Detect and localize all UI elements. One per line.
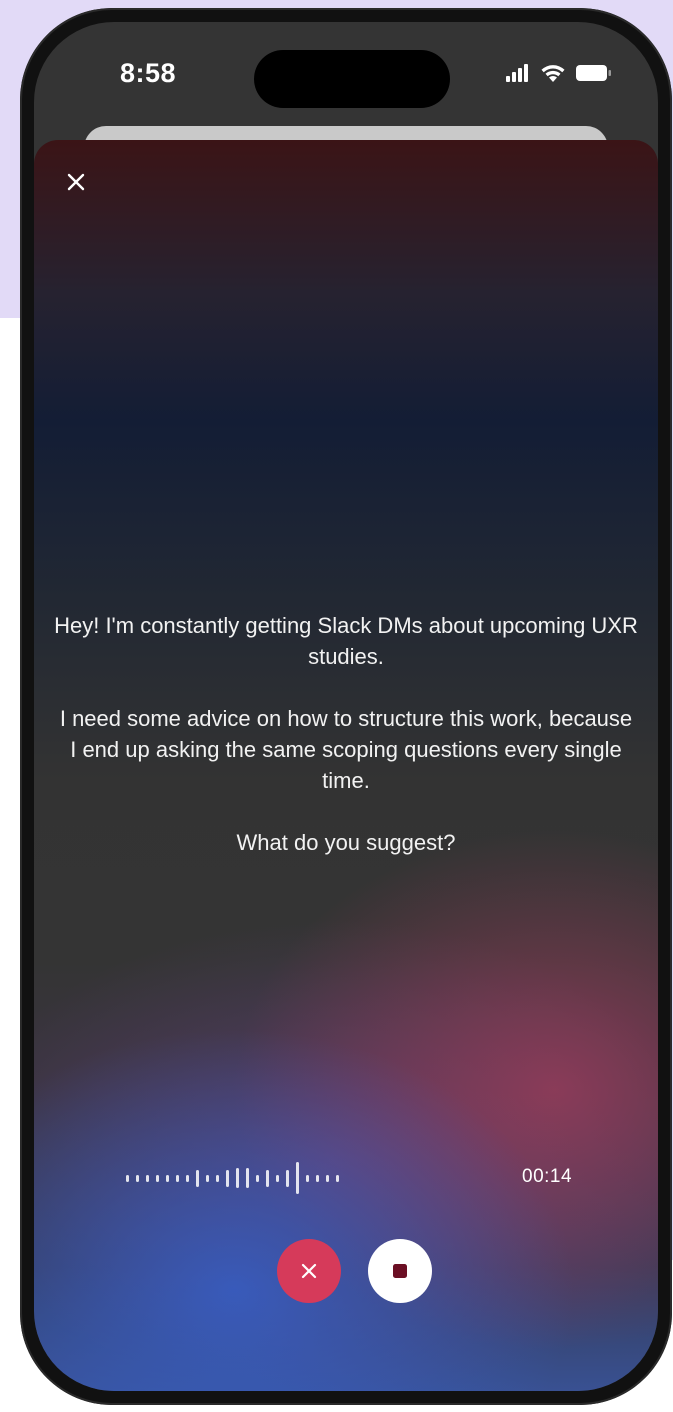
waveform-bar [336, 1174, 339, 1182]
status-time: 8:58 [120, 58, 177, 88]
waveform-bar [216, 1174, 219, 1182]
transcribed-message: Hey! I'm constantly getting Slack DMs ab… [54, 610, 638, 889]
message-paragraph: I need some advice on how to structure t… [59, 706, 633, 793]
waveform-bar [246, 1168, 249, 1188]
waveform-bar [186, 1174, 189, 1182]
wifi-icon [541, 64, 565, 82]
waveform-bar [156, 1174, 159, 1182]
waveform-bar [326, 1174, 329, 1182]
waveform-bar [266, 1169, 269, 1187]
waveform-bar [306, 1174, 309, 1182]
waveform-bar [256, 1174, 259, 1182]
waveform-bar [136, 1174, 139, 1182]
waveform-bar [176, 1174, 179, 1182]
waveform-bar [296, 1162, 299, 1194]
status-bar: 8:58 [34, 22, 658, 132]
close-icon [301, 1263, 317, 1279]
message-paragraph: Hey! I'm constantly getting Slack DMs ab… [54, 613, 638, 669]
voice-input-sheet: Hey! I'm constantly getting Slack DMs ab… [34, 140, 658, 1391]
waveform-bar [146, 1174, 149, 1182]
stop-recording-button[interactable] [368, 1239, 432, 1303]
waveform-bar [286, 1169, 289, 1187]
battery-icon [576, 65, 611, 81]
waveform-bar [206, 1174, 209, 1182]
waveform-bar [276, 1174, 279, 1182]
cellular-signal-icon [506, 64, 528, 82]
message-paragraph: What do you suggest? [236, 830, 456, 855]
dynamic-island [254, 50, 450, 108]
close-icon [67, 173, 85, 191]
phone-screen: 8:58 Hey! I'm constantly getting Slack D… [34, 22, 658, 1391]
waveform-bar [166, 1174, 169, 1182]
cancel-recording-button[interactable] [277, 1239, 341, 1303]
stop-icon [393, 1264, 407, 1278]
waveform-bar [316, 1174, 319, 1182]
waveform-bar [196, 1169, 199, 1187]
recording-timer: 00:14 [522, 1166, 573, 1187]
close-button[interactable] [60, 166, 92, 198]
waveform-bar [226, 1169, 229, 1187]
waveform-bar [126, 1174, 129, 1182]
audio-waveform [126, 1158, 346, 1198]
waveform-bar [236, 1168, 239, 1188]
phone-frame: 8:58 Hey! I'm constantly getting Slack D… [20, 8, 672, 1405]
status-icons [506, 60, 612, 86]
